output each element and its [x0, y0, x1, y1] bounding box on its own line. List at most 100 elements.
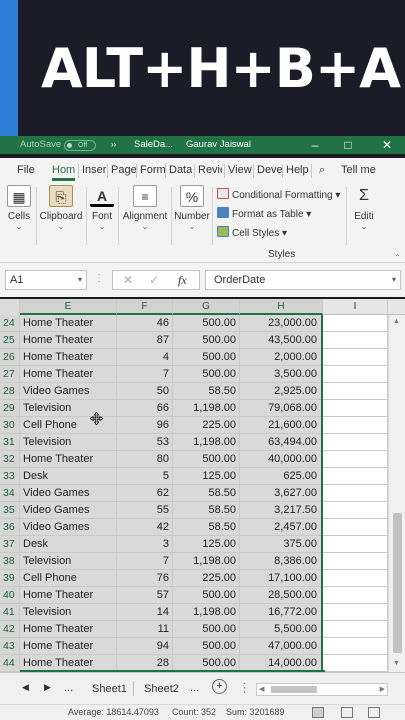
cell-total[interactable]: 43,500.00 [240, 332, 323, 349]
cell-quantity[interactable]: 46 [117, 315, 173, 332]
cell-unit-price[interactable]: 1,198.00 [173, 434, 240, 451]
cell-empty[interactable] [323, 468, 388, 485]
cell-unit-price[interactable]: 500.00 [173, 621, 240, 638]
row-number-header[interactable]: 44 [0, 655, 20, 672]
cell-total[interactable]: 17,100.00 [240, 570, 323, 587]
formula-input[interactable]: OrderDate ▾ [205, 270, 401, 290]
row-number-header[interactable]: 34 [0, 485, 20, 502]
cell-total[interactable]: 21,600.00 [240, 417, 323, 434]
row-number-header[interactable]: 43 [0, 638, 20, 655]
insert-function-icon[interactable]: fx [178, 273, 187, 288]
cell-product[interactable]: Video Games [20, 383, 117, 400]
cell-unit-price[interactable]: 225.00 [173, 570, 240, 587]
cell-product[interactable]: Television [20, 553, 117, 570]
cell-quantity[interactable]: 3 [117, 536, 173, 553]
number-group[interactable]: % Number ⌄ [173, 185, 211, 231]
column-header-i[interactable]: I [323, 299, 388, 315]
tab-developer[interactable]: Deve [257, 164, 283, 176]
cell-empty[interactable] [323, 604, 388, 621]
tab-insert[interactable]: Inser [82, 164, 106, 176]
cell-total[interactable]: 79,068.00 [240, 400, 323, 417]
cell-unit-price[interactable]: 58.50 [173, 485, 240, 502]
tab-home[interactable]: Hom [52, 164, 76, 181]
cell-quantity[interactable]: 14 [117, 604, 173, 621]
alignment-group[interactable]: ≡ Alignment ⌄ [120, 185, 170, 231]
cell-product[interactable]: Home Theater [20, 332, 117, 349]
cell-quantity[interactable]: 62 [117, 485, 173, 502]
cells-group[interactable]: ▦ Cells ⌄ [4, 185, 34, 231]
sheet-tab-sheet1[interactable]: Sheet1 [86, 678, 133, 700]
cell-total[interactable]: 8,386.00 [240, 553, 323, 570]
cell-empty[interactable] [323, 451, 388, 468]
cell-total[interactable]: 2,457.00 [240, 519, 323, 536]
cell-quantity[interactable]: 80 [117, 451, 173, 468]
cell-product[interactable]: Video Games [20, 519, 117, 536]
cell-empty[interactable] [323, 553, 388, 570]
cell-quantity[interactable]: 57 [117, 587, 173, 604]
column-header-e[interactable]: E [20, 299, 117, 315]
cell-total[interactable]: 2,000.00 [240, 349, 323, 366]
cell-unit-price[interactable]: 500.00 [173, 349, 240, 366]
more-options-icon[interactable]: ⋮ [238, 680, 251, 696]
cell-empty[interactable] [323, 621, 388, 638]
cell-empty[interactable] [323, 519, 388, 536]
cell-total[interactable]: 47,000.00 [240, 638, 323, 655]
cell-total[interactable]: 23,000.00 [240, 315, 323, 332]
row-number-header[interactable]: 30 [0, 417, 20, 434]
cell-product[interactable]: Home Theater [20, 451, 117, 468]
cell-total[interactable]: 28,500.00 [240, 587, 323, 604]
cell-quantity[interactable]: 96 [117, 417, 173, 434]
scroll-right-icon[interactable]: ▶ [380, 685, 385, 693]
cell-quantity[interactable]: 11 [117, 621, 173, 638]
cell-quantity[interactable]: 87 [117, 332, 173, 349]
cell-empty[interactable] [323, 485, 388, 502]
cell-quantity[interactable]: 53 [117, 434, 173, 451]
conditional-formatting-button[interactable]: Conditional Formatting ▾ [217, 188, 340, 201]
cell-empty[interactable] [323, 502, 388, 519]
cell-product[interactable]: Video Games [20, 502, 117, 519]
sheet-prev-icon[interactable]: ◀ [22, 682, 29, 693]
cell-unit-price[interactable]: 58.50 [173, 502, 240, 519]
row-number-header[interactable]: 33 [0, 468, 20, 485]
cell-empty[interactable] [323, 536, 388, 553]
row-number-header[interactable]: 29 [0, 400, 20, 417]
cell-total[interactable]: 625.00 [240, 468, 323, 485]
cell-quantity[interactable]: 7 [117, 553, 173, 570]
cell-empty[interactable] [323, 638, 388, 655]
row-number-header[interactable]: 36 [0, 519, 20, 536]
row-number-header[interactable]: 31 [0, 434, 20, 451]
cell-unit-price[interactable]: 58.50 [173, 519, 240, 536]
cell-unit-price[interactable]: 500.00 [173, 638, 240, 655]
cell-total[interactable]: 2,925.00 [240, 383, 323, 400]
cell-unit-price[interactable]: 225.00 [173, 417, 240, 434]
row-number-header[interactable]: 40 [0, 587, 20, 604]
cell-quantity[interactable]: 55 [117, 502, 173, 519]
page-break-view-icon[interactable] [368, 707, 380, 718]
cell-empty[interactable] [323, 332, 388, 349]
add-sheet-icon[interactable]: + [212, 679, 227, 694]
row-number-header[interactable]: 28 [0, 383, 20, 400]
cell-product[interactable]: Desk [20, 468, 117, 485]
row-number-header[interactable]: 25 [0, 332, 20, 349]
cell-product[interactable]: Television [20, 604, 117, 621]
scroll-up-icon[interactable]: ▲ [393, 318, 400, 325]
row-number-header[interactable]: 24 [0, 315, 20, 332]
cell-quantity[interactable]: 42 [117, 519, 173, 536]
tab-data[interactable]: Data [169, 164, 192, 176]
select-all-corner[interactable] [0, 299, 20, 315]
cell-empty[interactable] [323, 315, 388, 332]
row-number-header[interactable]: 27 [0, 366, 20, 383]
scroll-left-icon[interactable]: ◀ [259, 685, 264, 693]
worksheet-grid[interactable]: 44 Home Theater 28 500.00 14,000.00 43 Home Th… [0, 315, 405, 672]
column-header-f[interactable]: F [117, 299, 173, 315]
cell-empty[interactable] [323, 570, 388, 587]
cell-unit-price[interactable]: 125.00 [173, 536, 240, 553]
cell-styles-button[interactable]: Cell Styles ▾ [217, 226, 287, 239]
cell-total[interactable]: 40,000.00 [240, 451, 323, 468]
row-number-header[interactable]: 39 [0, 570, 20, 587]
cell-empty[interactable] [323, 434, 388, 451]
editing-group[interactable]: Σ Editi ⌄ [349, 185, 379, 231]
tab-file[interactable]: File [17, 164, 35, 176]
cell-unit-price[interactable]: 125.00 [173, 468, 240, 485]
cell-product[interactable]: Home Theater [20, 366, 117, 383]
